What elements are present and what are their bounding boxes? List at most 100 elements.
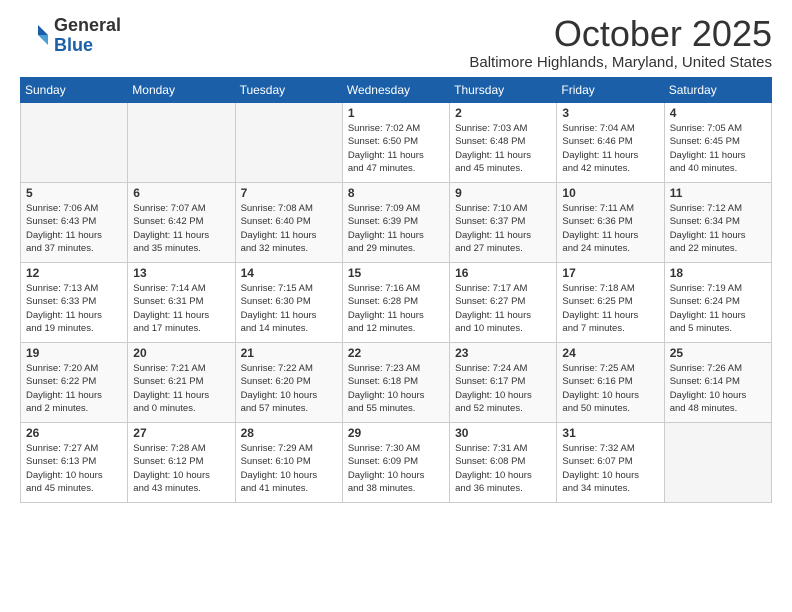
calendar-day-cell: 30 Sunrise: 7:31 AM Sunset: 6:08 PM Dayli… [450,423,557,503]
day-number: 27 [133,426,229,440]
day-info: Sunrise: 7:19 AM Sunset: 6:24 PM Dayligh… [670,282,766,335]
weekday-header: Thursday [450,78,557,103]
title-block: October 2025 Baltimore Highlands, Maryla… [469,16,772,71]
weekday-header: Monday [128,78,235,103]
day-info: Sunrise: 7:23 AM Sunset: 6:18 PM Dayligh… [348,362,444,415]
day-info: Sunrise: 7:27 AM Sunset: 6:13 PM Dayligh… [26,442,122,495]
calendar-day-cell: 2 Sunrise: 7:03 AM Sunset: 6:48 PM Daylig… [450,103,557,183]
location-title: Baltimore Highlands, Maryland, United St… [469,54,772,71]
logo-icon [20,21,50,51]
calendar-day-cell: 28 Sunrise: 7:29 AM Sunset: 6:10 PM Dayli… [235,423,342,503]
calendar-week-row: 26 Sunrise: 7:27 AM Sunset: 6:13 PM Dayli… [21,423,772,503]
day-number: 28 [241,426,337,440]
day-number: 11 [670,186,766,200]
day-info: Sunrise: 7:22 AM Sunset: 6:20 PM Dayligh… [241,362,337,415]
calendar-day-cell: 31 Sunrise: 7:32 AM Sunset: 6:07 PM Dayli… [557,423,664,503]
day-number: 5 [26,186,122,200]
calendar-week-row: 19Sunrise: 7:20 AM Sunset: 6:22 PM Dayli… [21,343,772,423]
calendar-day-cell: 17 Sunrise: 7:18 AM Sunset: 6:25 PM Dayli… [557,263,664,343]
day-info: Sunrise: 7:28 AM Sunset: 6:12 PM Dayligh… [133,442,229,495]
day-info: Sunrise: 7:07 AM Sunset: 6:42 PM Dayligh… [133,202,229,255]
day-info: Sunrise: 7:02 AM Sunset: 6:50 PM Dayligh… [348,122,444,175]
calendar-day-cell: 20 Sunrise: 7:21 AM Sunset: 6:21 PM Dayli… [128,343,235,423]
day-info: Sunrise: 7:15 AM Sunset: 6:30 PM Dayligh… [241,282,337,335]
day-info: Sunrise: 7:18 AM Sunset: 6:25 PM Dayligh… [562,282,658,335]
day-number: 15 [348,266,444,280]
day-number: 24 [562,346,658,360]
calendar-header-row: SundayMondayTuesdayWednesdayThursdayFrid… [21,78,772,103]
calendar-day-cell [664,423,771,503]
weekday-header: Wednesday [342,78,449,103]
day-info: Sunrise: 7:31 AM Sunset: 6:08 PM Dayligh… [455,442,551,495]
day-number: 21 [241,346,337,360]
calendar-day-cell: 11 Sunrise: 7:12 AM Sunset: 6:34 PM Dayli… [664,183,771,263]
weekday-header: Friday [557,78,664,103]
day-info: Sunrise: 7:30 AM Sunset: 6:09 PM Dayligh… [348,442,444,495]
weekday-header: Sunday [21,78,128,103]
calendar-day-cell: 10Sunrise: 7:11 AM Sunset: 6:36 PM Dayli… [557,183,664,263]
calendar-day-cell: 19Sunrise: 7:20 AM Sunset: 6:22 PM Dayli… [21,343,128,423]
calendar-day-cell: 26 Sunrise: 7:27 AM Sunset: 6:13 PM Dayli… [21,423,128,503]
logo: General Blue [20,16,121,56]
day-number: 29 [348,426,444,440]
day-info: Sunrise: 7:09 AM Sunset: 6:39 PM Dayligh… [348,202,444,255]
day-info: Sunrise: 7:14 AM Sunset: 6:31 PM Dayligh… [133,282,229,335]
calendar-day-cell: 15 Sunrise: 7:16 AM Sunset: 6:28 PM Dayli… [342,263,449,343]
calendar-week-row: 5 Sunrise: 7:06 AM Sunset: 6:43 PM Daylig… [21,183,772,263]
day-number: 26 [26,426,122,440]
weekday-header: Tuesday [235,78,342,103]
calendar-day-cell: 25 Sunrise: 7:26 AM Sunset: 6:14 PM Dayli… [664,343,771,423]
calendar-day-cell: 5 Sunrise: 7:06 AM Sunset: 6:43 PM Daylig… [21,183,128,263]
day-number: 17 [562,266,658,280]
day-info: Sunrise: 7:05 AM Sunset: 6:45 PM Dayligh… [670,122,766,175]
day-number: 20 [133,346,229,360]
day-info: Sunrise: 7:06 AM Sunset: 6:43 PM Dayligh… [26,202,122,255]
day-info: Sunrise: 7:26 AM Sunset: 6:14 PM Dayligh… [670,362,766,415]
day-info: Sunrise: 7:29 AM Sunset: 6:10 PM Dayligh… [241,442,337,495]
day-number: 22 [348,346,444,360]
calendar-day-cell: 3Sunrise: 7:04 AM Sunset: 6:46 PM Daylig… [557,103,664,183]
month-title: October 2025 [469,16,772,52]
calendar-day-cell: 14 Sunrise: 7:15 AM Sunset: 6:30 PM Dayli… [235,263,342,343]
day-info: Sunrise: 7:08 AM Sunset: 6:40 PM Dayligh… [241,202,337,255]
calendar-day-cell: 4 Sunrise: 7:05 AM Sunset: 6:45 PM Daylig… [664,103,771,183]
calendar-day-cell: 29 Sunrise: 7:30 AM Sunset: 6:09 PM Dayli… [342,423,449,503]
day-info: Sunrise: 7:03 AM Sunset: 6:48 PM Dayligh… [455,122,551,175]
calendar-day-cell: 21 Sunrise: 7:22 AM Sunset: 6:20 PM Dayli… [235,343,342,423]
day-info: Sunrise: 7:21 AM Sunset: 6:21 PM Dayligh… [133,362,229,415]
calendar-week-row: 1 Sunrise: 7:02 AM Sunset: 6:50 PM Daylig… [21,103,772,183]
day-number: 8 [348,186,444,200]
logo-line2: Blue [54,36,121,56]
calendar-day-cell: 23 Sunrise: 7:24 AM Sunset: 6:17 PM Dayli… [450,343,557,423]
day-number: 18 [670,266,766,280]
day-number: 1 [348,106,444,120]
day-number: 2 [455,106,551,120]
header: General Blue October 2025 Baltimore High… [20,16,772,71]
day-number: 30 [455,426,551,440]
calendar-day-cell: 24Sunrise: 7:25 AM Sunset: 6:16 PM Dayli… [557,343,664,423]
page: General Blue October 2025 Baltimore High… [0,0,792,513]
day-number: 10 [562,186,658,200]
calendar-week-row: 12Sunrise: 7:13 AM Sunset: 6:33 PM Dayli… [21,263,772,343]
day-number: 31 [562,426,658,440]
day-info: Sunrise: 7:16 AM Sunset: 6:28 PM Dayligh… [348,282,444,335]
calendar-day-cell: 18 Sunrise: 7:19 AM Sunset: 6:24 PM Dayli… [664,263,771,343]
day-number: 6 [133,186,229,200]
day-number: 12 [26,266,122,280]
calendar-day-cell [21,103,128,183]
day-info: Sunrise: 7:32 AM Sunset: 6:07 PM Dayligh… [562,442,658,495]
calendar-table: SundayMondayTuesdayWednesdayThursdayFrid… [20,77,772,503]
day-info: Sunrise: 7:10 AM Sunset: 6:37 PM Dayligh… [455,202,551,255]
calendar-day-cell [235,103,342,183]
day-number: 19 [26,346,122,360]
day-info: Sunrise: 7:12 AM Sunset: 6:34 PM Dayligh… [670,202,766,255]
day-number: 4 [670,106,766,120]
day-number: 13 [133,266,229,280]
day-number: 16 [455,266,551,280]
day-number: 23 [455,346,551,360]
day-info: Sunrise: 7:24 AM Sunset: 6:17 PM Dayligh… [455,362,551,415]
logo-line1: General [54,15,121,35]
day-number: 25 [670,346,766,360]
day-number: 14 [241,266,337,280]
day-number: 7 [241,186,337,200]
